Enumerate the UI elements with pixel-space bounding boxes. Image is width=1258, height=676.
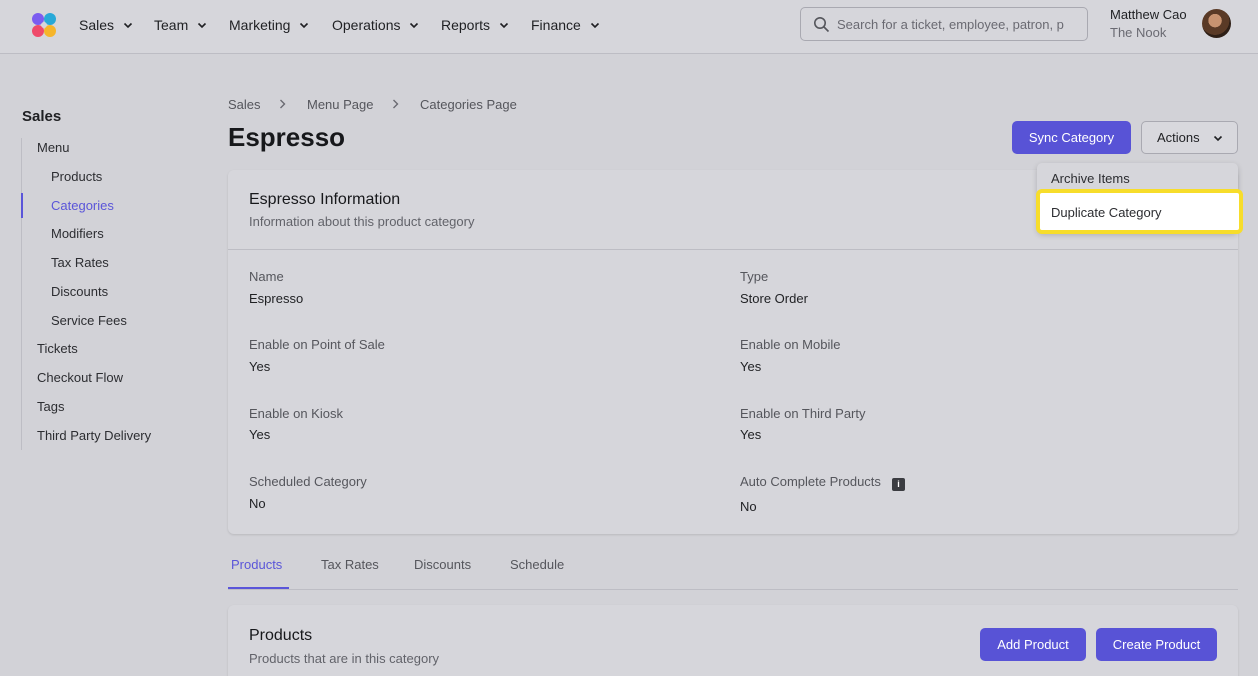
chevron-down-icon (300, 22, 309, 29)
breadcrumb-menu-page[interactable]: Menu Page (307, 97, 374, 112)
nav-item-label: Sales (79, 17, 115, 33)
chevron-down-icon (1213, 135, 1222, 141)
field-label-pos: Enable on Point of Sale (249, 337, 385, 352)
nav-item-team[interactable]: Team (154, 16, 207, 34)
field-value-type: Store Order (740, 291, 808, 306)
menu-item-duplicate-category[interactable]: Duplicate Category (1036, 189, 1243, 234)
field-label-type: Type (740, 269, 769, 284)
tabs-divider (228, 589, 1238, 590)
sidebar-item-service-fees[interactable]: Service Fees (51, 313, 127, 328)
info-icon[interactable]: i (892, 478, 905, 491)
products-card: Products Products that are in this categ… (228, 605, 1238, 676)
nav-item-label: Operations (332, 17, 401, 33)
sidebar-item-tax-rates[interactable]: Tax Rates (51, 255, 109, 270)
sidebar-item-products[interactable]: Products (51, 169, 102, 184)
sidebar-item-checkout-flow[interactable]: Checkout Flow (37, 370, 123, 385)
page-title: Espresso (228, 122, 346, 152)
breadcrumb-sales[interactable]: Sales (228, 97, 261, 112)
active-tab-indicator (228, 587, 289, 589)
field-label-kiosk: Enable on Kiosk (249, 406, 343, 421)
nav-item-marketing[interactable]: Marketing (229, 16, 309, 34)
sync-category-button[interactable]: Sync Category (1012, 121, 1131, 154)
card-divider (228, 249, 1238, 250)
sidebar-item-categories[interactable]: Categories (51, 198, 114, 213)
tab-discounts[interactable]: Discounts (414, 557, 471, 572)
nav-item-finance[interactable]: Finance (531, 16, 600, 34)
sidebar-item-menu[interactable]: Menu (37, 140, 70, 155)
nav-item-label: Finance (531, 17, 581, 33)
breadcrumb-categories-page[interactable]: Categories Page (420, 97, 517, 112)
card-title: Espresso Information (249, 191, 401, 208)
nav-item-reports[interactable]: Reports (441, 16, 509, 34)
global-search (800, 7, 1088, 41)
sidebar-item-discounts[interactable]: Discounts (51, 284, 108, 299)
chevron-down-icon (123, 22, 133, 29)
field-label-name: Name (249, 269, 284, 284)
card-title: Products (249, 627, 313, 644)
field-label-mobile: Enable on Mobile (740, 337, 841, 352)
chevron-right-icon (280, 99, 286, 109)
field-label-scheduled: Scheduled Category (249, 474, 367, 489)
field-label-third-party: Enable on Third Party (740, 406, 866, 421)
search-input[interactable] (837, 14, 1077, 34)
menu-item-archive-items[interactable]: Archive Items (1051, 171, 1130, 186)
nav-item-sales[interactable]: Sales (79, 16, 133, 34)
sidebar-item-tags[interactable]: Tags (37, 399, 64, 414)
nav-item-operations[interactable]: Operations (332, 16, 419, 34)
sidebar-item-tickets[interactable]: Tickets (37, 341, 78, 356)
sidebar-item-third-party-delivery[interactable]: Third Party Delivery (37, 428, 151, 443)
chevron-down-icon (410, 22, 419, 29)
sidebar-divider (21, 138, 22, 450)
app-logo-icon[interactable] (28, 9, 60, 41)
add-product-button[interactable]: Add Product (980, 628, 1086, 661)
user-organization: The Nook (1110, 25, 1167, 40)
menu-item-label: Duplicate Category (1051, 205, 1162, 220)
field-value-third-party: Yes (740, 427, 762, 442)
field-label-auto-complete: Auto Complete Products (740, 474, 881, 489)
top-navigation-bar: Sales Team Marketing Operations Reports … (0, 0, 1258, 54)
sidebar-active-indicator (21, 193, 23, 218)
actions-dropdown-button[interactable]: Actions (1141, 121, 1238, 154)
create-product-button[interactable]: Create Product (1096, 628, 1217, 661)
card-subtitle: Products that are in this category (249, 651, 440, 666)
field-value-pos: Yes (249, 359, 271, 374)
card-subtitle: Information about this product category (249, 214, 475, 229)
sidebar-item-modifiers[interactable]: Modifiers (51, 226, 104, 241)
chevron-down-icon (590, 22, 599, 29)
chevron-down-icon (198, 22, 207, 29)
field-value-mobile: Yes (740, 359, 762, 374)
tab-schedule[interactable]: Schedule (510, 557, 564, 572)
field-value-name: Espresso (249, 291, 304, 306)
search-icon (814, 17, 830, 33)
field-value-auto-complete: No (740, 499, 757, 514)
nav-item-label: Reports (441, 17, 491, 33)
field-value-kiosk: Yes (249, 427, 271, 442)
tab-products[interactable]: Products (231, 557, 282, 572)
nav-item-label: Team (154, 17, 189, 33)
sidebar-title: Sales (22, 108, 62, 125)
field-value-scheduled: No (249, 496, 266, 511)
actions-label: Actions (1157, 130, 1200, 145)
chevron-right-icon (393, 99, 399, 109)
nav-item-label: Marketing (229, 17, 291, 33)
user-name: Matthew Cao (1110, 7, 1187, 22)
chevron-down-icon (499, 22, 509, 29)
avatar[interactable] (1202, 9, 1231, 38)
tab-tax-rates[interactable]: Tax Rates (321, 557, 379, 572)
